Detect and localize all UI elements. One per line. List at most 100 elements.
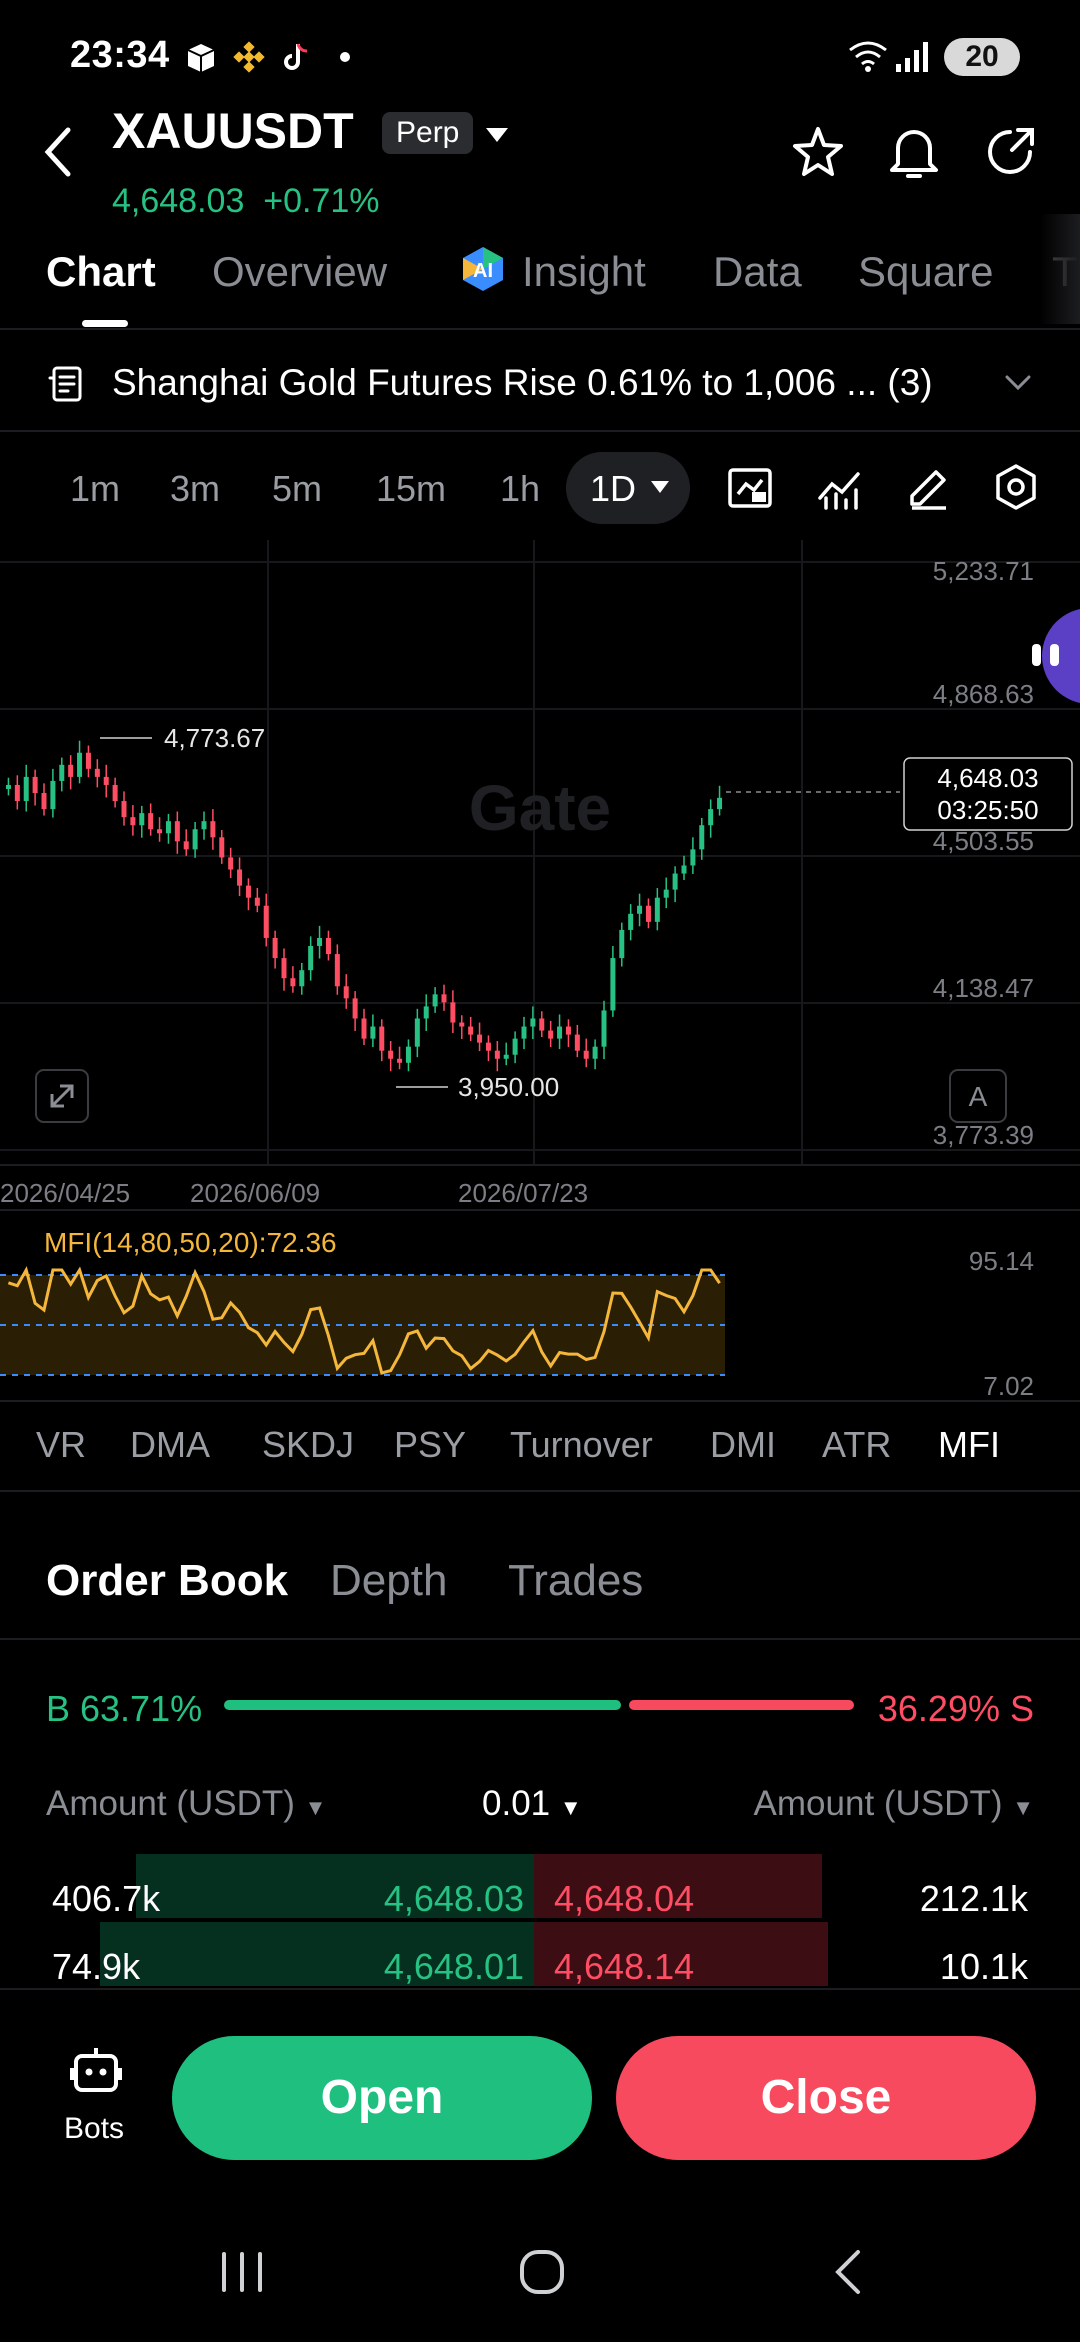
chevron-down-icon[interactable] [1004, 374, 1032, 392]
candle-body [717, 797, 723, 810]
candle-body [512, 1038, 518, 1055]
candle-body [432, 994, 438, 1007]
candle-body [228, 857, 234, 870]
indicator-tab-skdj[interactable]: SKDJ [262, 1424, 354, 1466]
bell-icon[interactable] [886, 122, 942, 182]
caret-down-icon: ▼ [304, 1795, 327, 1820]
assistant-bubble[interactable] [1042, 608, 1080, 704]
close-button[interactable]: Close [616, 2036, 1036, 2160]
interval-1d[interactable]: 1D [590, 468, 636, 510]
bots-icon[interactable] [70, 2046, 122, 2096]
candle-body [548, 1030, 554, 1039]
battery-indicator: 20 [944, 38, 1020, 76]
candle-body [645, 905, 651, 922]
candle-body [157, 829, 163, 834]
buy-ratio-bar [224, 1700, 621, 1710]
ask-price[interactable]: 4,648.04 [554, 1878, 694, 1920]
candle-body [130, 817, 136, 826]
tab-trades[interactable]: Trades [508, 1556, 643, 1606]
assistant-icon [1050, 644, 1059, 666]
interval-1h[interactable]: 1h [500, 468, 540, 510]
candle-body [690, 849, 696, 866]
mfi-label: MFI(14,80,50,20):72.36 [44, 1227, 337, 1258]
candle-body [219, 837, 225, 858]
candle-body [317, 937, 323, 947]
ask-amount: 10.1k [939, 1946, 1028, 1987]
candle-body [210, 821, 216, 838]
mfi-bottom-tick: 7.02 [983, 1371, 1034, 1401]
perp-badge: Perp [382, 112, 474, 154]
amount-left-header[interactable]: Amount (USDT) ▼ [46, 1784, 326, 1824]
indicator-tab-psy[interactable]: PSY [394, 1424, 466, 1466]
candle-body [397, 1058, 403, 1063]
tab-order-book[interactable]: Order Book [46, 1556, 288, 1606]
indicator-icon[interactable] [816, 464, 864, 512]
candle-body [334, 954, 340, 987]
caret-down-icon[interactable] [650, 480, 670, 494]
indicator-tab-dmi[interactable]: DMI [710, 1424, 776, 1466]
y-tick-label: 4,868.63 [933, 679, 1034, 709]
candle-body [441, 994, 447, 1003]
signal-icon [896, 42, 928, 72]
indicator-tab-vr[interactable]: VR [36, 1424, 86, 1466]
tab-square[interactable]: Square [858, 248, 993, 296]
precision-select[interactable]: 0.01 ▼ [482, 1784, 582, 1824]
ask-amount: 212.1k [919, 1878, 1028, 1919]
chart-type-icon[interactable] [726, 464, 774, 512]
star-icon[interactable] [790, 124, 846, 180]
candle-body [139, 813, 145, 826]
interval-15m[interactable]: 15m [376, 468, 446, 510]
candle-body [112, 784, 118, 802]
candle-body [370, 1026, 376, 1039]
divider [0, 1490, 1080, 1492]
bid-price[interactable]: 4,648.03 [384, 1878, 524, 1920]
candle-body [503, 1054, 509, 1059]
candle-body [663, 889, 669, 898]
candle-body [32, 776, 38, 794]
indicator-tab-dma[interactable]: DMA [130, 1424, 210, 1466]
settings-icon[interactable] [992, 462, 1040, 512]
amount-right-header[interactable]: Amount (USDT) ▼ [754, 1784, 1034, 1824]
symbol-title[interactable]: XAUUSDT [112, 102, 354, 160]
candle-body [121, 801, 127, 818]
tab-chart[interactable]: Chart [46, 248, 156, 296]
x-tick-label: 2026/04/25 [0, 1178, 130, 1208]
interval-1m[interactable]: 1m [70, 468, 120, 510]
candle-body [174, 821, 180, 842]
indicator-tab-turnover[interactable]: Turnover [510, 1424, 653, 1466]
mfi-top-tick: 95.14 [969, 1246, 1034, 1276]
candle-body [557, 1026, 563, 1039]
candle-body [41, 793, 47, 810]
tab-depth[interactable]: Depth [330, 1556, 447, 1606]
price-chart[interactable]: Gate 5,233.714,868.634,503.554,138.473,7… [0, 540, 1080, 1410]
candle-body [352, 998, 358, 1019]
divider [0, 1638, 1080, 1640]
candle-body [254, 897, 260, 906]
open-button[interactable]: Open [172, 2036, 592, 2160]
caret-down-icon: ▼ [559, 1795, 582, 1820]
bid-price[interactable]: 4,648.01 [384, 1946, 524, 1988]
tab-data[interactable]: Data [713, 248, 802, 296]
pencil-icon[interactable] [904, 464, 952, 512]
indicator-tab-mfi[interactable]: MFI [938, 1424, 1000, 1466]
back-nav-icon[interactable] [830, 2248, 866, 2296]
share-icon[interactable] [982, 124, 1038, 180]
tab-overview[interactable]: Overview [212, 248, 387, 296]
recents-nav-icon[interactable] [218, 2250, 266, 2294]
caret-down-icon: ▼ [1012, 1795, 1034, 1820]
tab-insight[interactable]: Insight [522, 248, 646, 296]
back-icon[interactable] [40, 124, 76, 180]
indicator-tab-atr[interactable]: ATR [822, 1424, 891, 1466]
divider [0, 1400, 1080, 1402]
candle-body [299, 970, 305, 987]
news-headline[interactable]: Shanghai Gold Futures Rise 0.61% to 1,00… [112, 362, 933, 404]
ask-price[interactable]: 4,648.14 [554, 1946, 694, 1988]
interval-5m[interactable]: 5m [272, 468, 322, 510]
home-nav-icon[interactable] [518, 2248, 566, 2296]
candle-body [405, 1046, 411, 1063]
interval-3m[interactable]: 3m [170, 468, 220, 510]
amount-left-label: Amount (USDT) [46, 1784, 295, 1823]
caret-down-icon[interactable] [484, 126, 510, 144]
bots-label[interactable]: Bots [64, 2112, 124, 2146]
y-tick-label: 3,773.39 [933, 1120, 1034, 1150]
